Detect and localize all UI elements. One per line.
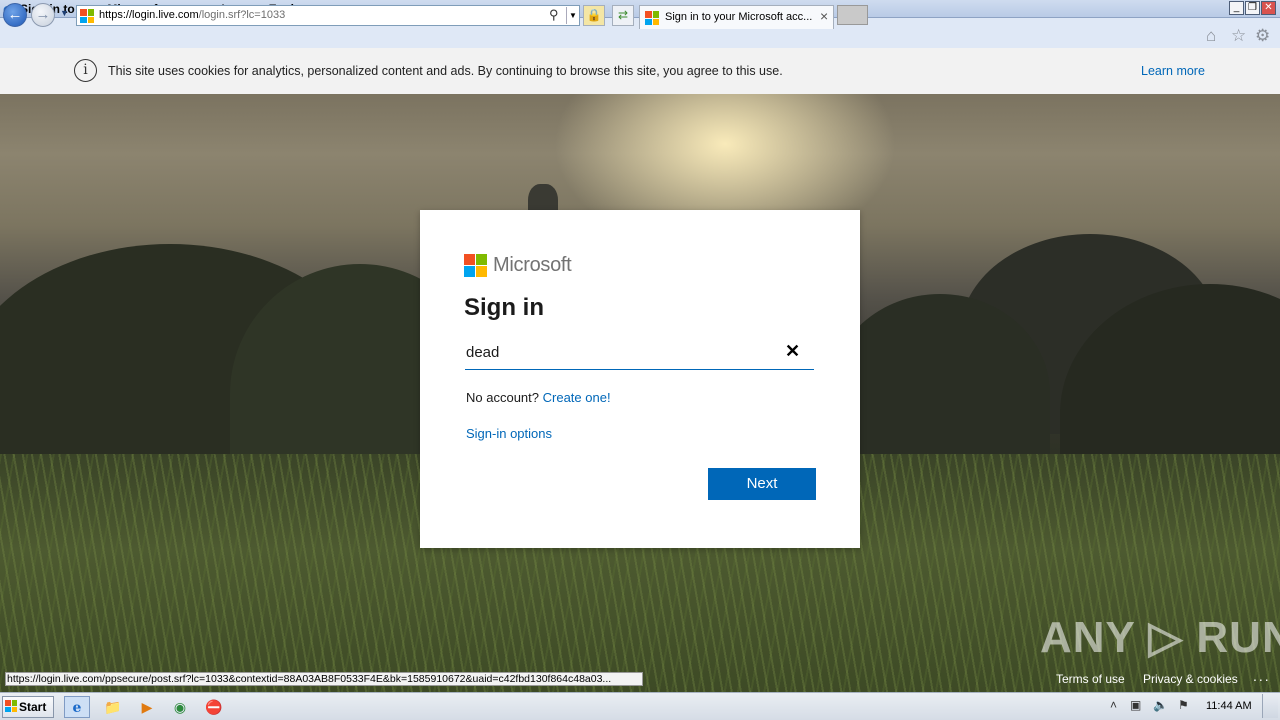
lock-icon[interactable]: 🔒 <box>583 5 605 26</box>
star-icon[interactable]: ☆ <box>1231 26 1246 46</box>
address-url[interactable]: https://login.live.com/login.srf?lc=1033 <box>99 9 285 21</box>
folder-icon[interactable]: 📁 <box>100 696 126 718</box>
tab-close-icon[interactable]: × <box>820 8 828 24</box>
chrome-icon[interactable]: ◉ <box>167 696 193 718</box>
tab-favicon <box>645 11 659 25</box>
microsoft-logo-icon <box>464 254 487 277</box>
minimize-button[interactable]: _ <box>1229 1 1244 15</box>
more-options-button[interactable]: ... <box>1253 668 1271 684</box>
address-dropdown-icon[interactable]: ▼ <box>566 7 579 24</box>
privacy-cookies-link[interactable]: Privacy & cookies <box>1143 672 1238 686</box>
media-player-icon[interactable]: ▶ <box>134 696 160 718</box>
show-desktop-button[interactable] <box>1262 694 1278 718</box>
back-arrow-icon[interactable]: ← <box>3 3 27 27</box>
status-bar-url: https://login.live.com/ppsecure/post.srf… <box>5 672 643 686</box>
anyrun-watermark: ANY ▷ RUN <box>1040 613 1280 662</box>
browser-tab[interactable]: Sign in to your Microsoft acc... × <box>639 5 834 29</box>
show-hidden-icons-icon[interactable]: ˄ <box>1110 698 1117 712</box>
next-button[interactable]: Next <box>708 468 816 500</box>
clear-icon[interactable]: ✕ <box>785 341 800 362</box>
refresh-icon[interactable]: ⇄ <box>612 5 634 26</box>
history-dropdown-icon[interactable]: ▼ <box>60 8 69 18</box>
create-account-link[interactable]: Create one! <box>543 390 611 405</box>
action-center-flag-icon[interactable]: ⚑ <box>1178 698 1189 712</box>
no-account-line: No account? Create one! <box>466 390 611 405</box>
page-title: Sign in <box>464 294 544 321</box>
windows-logo-icon <box>5 700 17 712</box>
info-icon: i <box>74 59 97 82</box>
clock[interactable]: 11:44 AM <box>1206 700 1252 712</box>
site-favicon <box>80 9 94 23</box>
stop-icon[interactable]: ⛔ <box>201 696 227 718</box>
email-value[interactable]: dead <box>466 344 499 361</box>
search-icon[interactable]: ⚲ <box>549 7 559 23</box>
email-field[interactable]: dead ✕ <box>465 338 814 370</box>
tab-title: Sign in to your Microsoft acc... <box>665 11 813 23</box>
internet-explorer-taskbar-icon[interactable]: e <box>64 696 90 718</box>
cookie-banner-text: This site uses cookies for analytics, pe… <box>108 64 783 78</box>
learn-more-link[interactable]: Learn more <box>1141 64 1205 78</box>
microsoft-wordmark: Microsoft <box>493 254 572 276</box>
sign-in-card: Microsoft Sign in dead ✕ No account? Cre… <box>420 210 860 548</box>
gear-icon[interactable]: ⚙ <box>1255 26 1270 46</box>
terms-of-use-link[interactable]: Terms of use <box>1056 672 1125 686</box>
url-host: https://login.live.com <box>99 9 199 21</box>
forward-arrow-icon[interactable]: → <box>31 3 55 27</box>
address-bar[interactable]: https://login.live.com/login.srf?lc=1033… <box>76 5 580 26</box>
url-path: /login.srf?lc=1033 <box>198 9 286 21</box>
network-icon[interactable]: ▣ <box>1130 698 1141 712</box>
home-icon[interactable]: ⌂ <box>1206 26 1216 46</box>
sign-in-options-link[interactable]: Sign-in options <box>466 426 552 441</box>
new-tab-button[interactable] <box>837 5 868 25</box>
close-window-button[interactable]: ✕ <box>1261 1 1276 15</box>
restore-button[interactable]: ❐ <box>1245 1 1260 15</box>
no-account-text: No account? <box>466 390 539 405</box>
volume-icon[interactable]: 🔈 <box>1153 698 1168 712</box>
